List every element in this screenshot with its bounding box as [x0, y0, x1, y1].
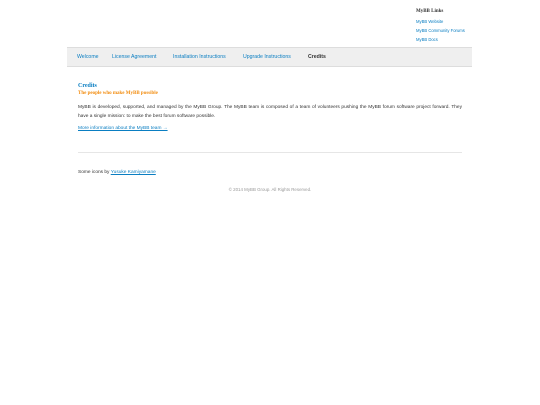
- icons-credit: Some icons by Yusuke Kamiyamane: [78, 170, 156, 175]
- mybb-docs-link[interactable]: MyBB Docs: [416, 35, 516, 44]
- copyright-footer: © 2014 MyBB Group. All Rights Reserved.: [228, 187, 312, 192]
- credits-content: Credits The people who make MyBB possibl…: [78, 82, 462, 131]
- intro-paragraph: MyBB is developed, supported, and manage…: [78, 105, 462, 119]
- nav-license-agreement[interactable]: License Agreement: [112, 48, 156, 67]
- mybb-links-box: MyBB Links MyBB Website MyBB Community F…: [416, 9, 516, 44]
- mybb-community-forums-link[interactable]: MyBB Community Forums: [416, 26, 516, 35]
- more-info-link[interactable]: More information about the MyBB team →: [78, 126, 168, 131]
- mybb-website-link[interactable]: MyBB Website: [416, 17, 516, 26]
- nav-installation-instructions[interactable]: Installation Instructions: [173, 48, 226, 67]
- nav-welcome[interactable]: Welcome: [77, 48, 99, 67]
- nav-credits[interactable]: Credits: [308, 48, 326, 67]
- nav-upgrade-instructions[interactable]: Upgrade Instructions: [243, 48, 291, 67]
- docs-nav: Welcome License Agreement Installation I…: [67, 47, 472, 67]
- icons-author-link[interactable]: Yusuke Kamiyamane: [111, 170, 156, 175]
- page-title: Credits: [78, 83, 97, 89]
- mybb-links-title: MyBB Links: [416, 9, 444, 14]
- content-divider: [78, 152, 462, 153]
- icons-credit-prefix: Some icons by: [78, 170, 111, 175]
- page-subtitle: The people who make MyBB possible: [78, 91, 158, 96]
- docs-page: MyBB Links MyBB Website MyBB Community F…: [0, 0, 540, 405]
